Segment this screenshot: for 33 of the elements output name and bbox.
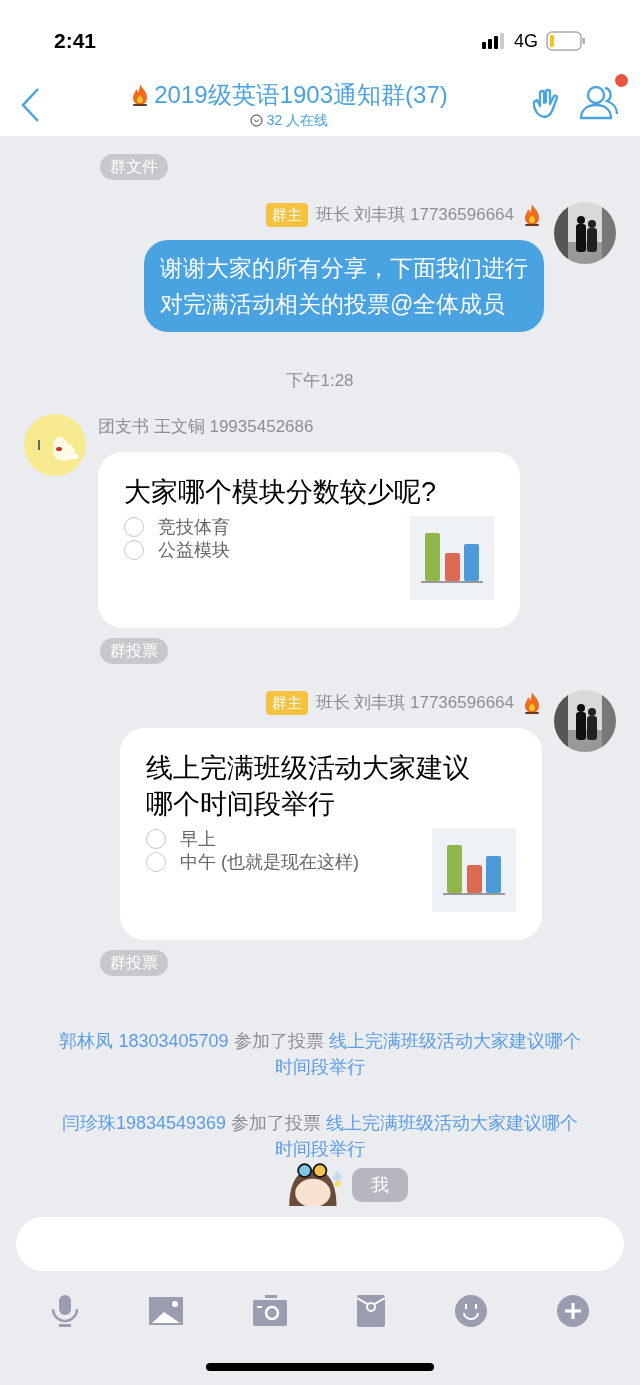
chevron-down-icon	[249, 113, 263, 127]
microphone-icon[interactable]	[50, 1294, 80, 1328]
add-icon[interactable]	[556, 1294, 590, 1328]
sender-name: 班长 刘丰琪 17736596664	[315, 691, 514, 714]
vote-notice: 郭林凤 18303405709 参加了投票 线上完满班级活动大家建议哪个时间段举行	[58, 1029, 582, 1079]
battery-icon	[546, 31, 586, 51]
owner-badge: 群主	[265, 690, 308, 715]
sender-name: 团支书 王文铜 19935452686	[98, 415, 314, 438]
timestamp: 下午1:28	[285, 370, 355, 392]
poll-card[interactable]: 线上完满班级活动大家建议 哪个时间段举行 早上 中午 (也就是现在这样)	[120, 727, 542, 940]
owner-badge: 群主	[265, 203, 308, 227]
status-time: 2:41	[54, 28, 97, 55]
radio-button[interactable]	[146, 829, 166, 849]
message-bubble: 谢谢大家的所有分享，下面我们进行 对完满活动相关的投票@全体成员	[144, 240, 544, 332]
bar-chart-icon	[432, 827, 516, 912]
radio-button[interactable]	[146, 852, 166, 872]
bar-chart-icon	[410, 515, 494, 600]
group-title: 2019级英语1903通知群(37)	[154, 79, 448, 110]
flame-icon	[522, 203, 542, 227]
signal-icon	[482, 33, 506, 49]
envelope-icon[interactable]	[356, 1294, 386, 1328]
network-label: 4G	[514, 29, 538, 53]
poll-question: 大家哪个模块分数较少呢?	[124, 475, 438, 509]
vote-notice: 闫珍珠19834549369 参加了投票 线上完满班级活动大家建议哪个时间段举行	[60, 1111, 580, 1161]
emoji-icon[interactable]	[454, 1294, 488, 1328]
radio-button[interactable]	[124, 517, 144, 537]
camera-icon[interactable]	[252, 1295, 288, 1327]
radio-button[interactable]	[124, 540, 144, 560]
poll-question: 线上完满班级活动大家建议 哪个时间段举行	[146, 751, 471, 821]
sender-name: 班长 刘丰琪 17736596664	[315, 204, 514, 227]
poll-card[interactable]: 大家哪个模块分数较少呢? 竞技体育 公益模块	[98, 451, 520, 628]
image-icon[interactable]	[148, 1296, 184, 1326]
flame-icon	[522, 690, 542, 715]
